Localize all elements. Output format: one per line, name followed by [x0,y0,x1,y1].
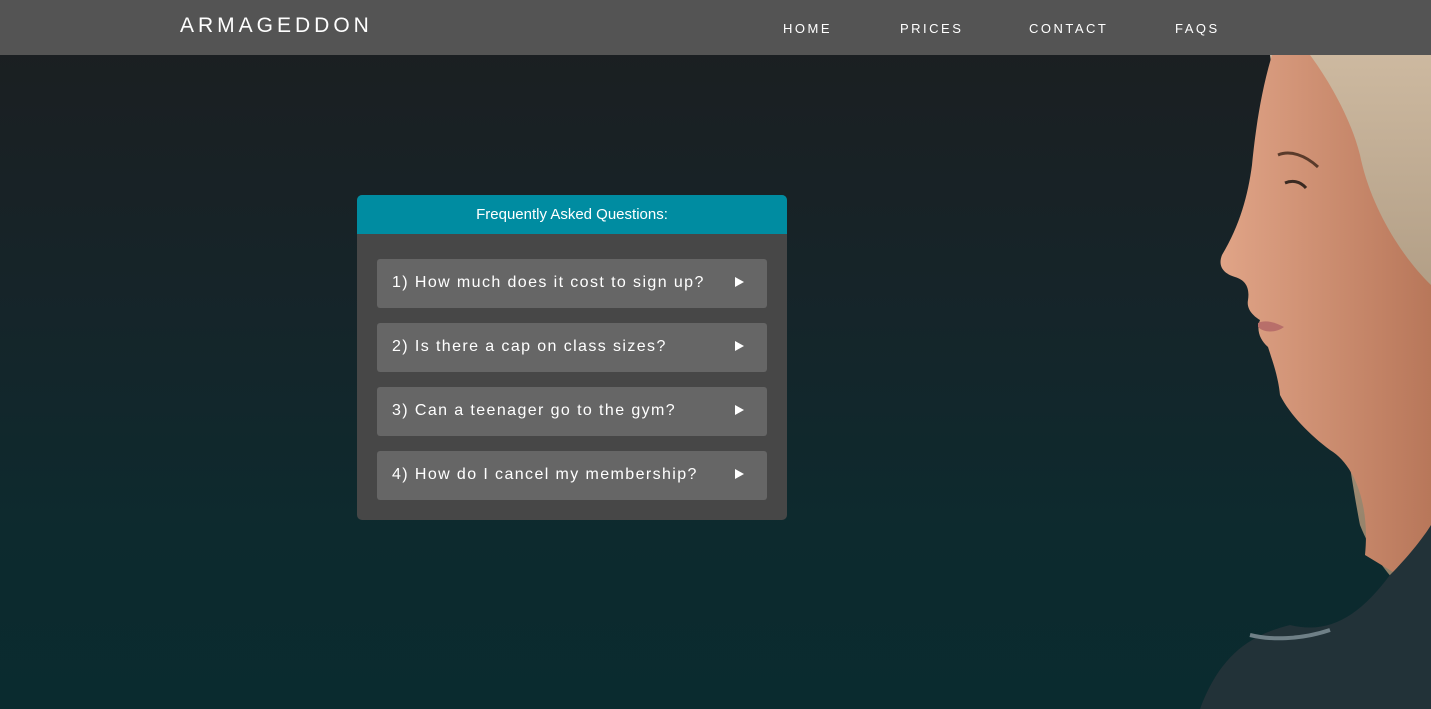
faq-item-2[interactable]: 2) Is there a cap on class sizes? [377,323,767,372]
faq-question-text: 4) How do I cancel my membership? [392,466,698,483]
nav-link-contact[interactable]: CONTACT [1029,21,1108,36]
faq-question-text: 2) Is there a cap on class sizes? [392,338,667,355]
play-arrow-icon [735,341,744,351]
nav-link-home[interactable]: HOME [783,21,832,36]
nav-link-faqs[interactable]: FAQS [1175,21,1220,36]
hero-athlete-photo [1200,55,1431,709]
nav-link-prices[interactable]: PRICES [900,21,963,36]
top-navigation-bar: ARMAGEDDON HOME PRICES CONTACT FAQS [0,0,1431,55]
faq-panel: Frequently Asked Questions: 1) How much … [357,195,787,520]
faq-item-3[interactable]: 3) Can a teenager go to the gym? [377,387,767,436]
faq-title: Frequently Asked Questions: [357,195,787,234]
play-arrow-icon [735,277,744,287]
faq-item-4[interactable]: 4) How do I cancel my membership? [377,451,767,500]
faq-item-1[interactable]: 1) How much does it cost to sign up? [377,259,767,308]
site-logo[interactable]: ARMAGEDDON [180,14,373,38]
faq-question-text: 3) Can a teenager go to the gym? [392,402,677,419]
faq-question-text: 1) How much does it cost to sign up? [392,274,705,291]
play-arrow-icon [735,405,744,415]
play-arrow-icon [735,469,744,479]
